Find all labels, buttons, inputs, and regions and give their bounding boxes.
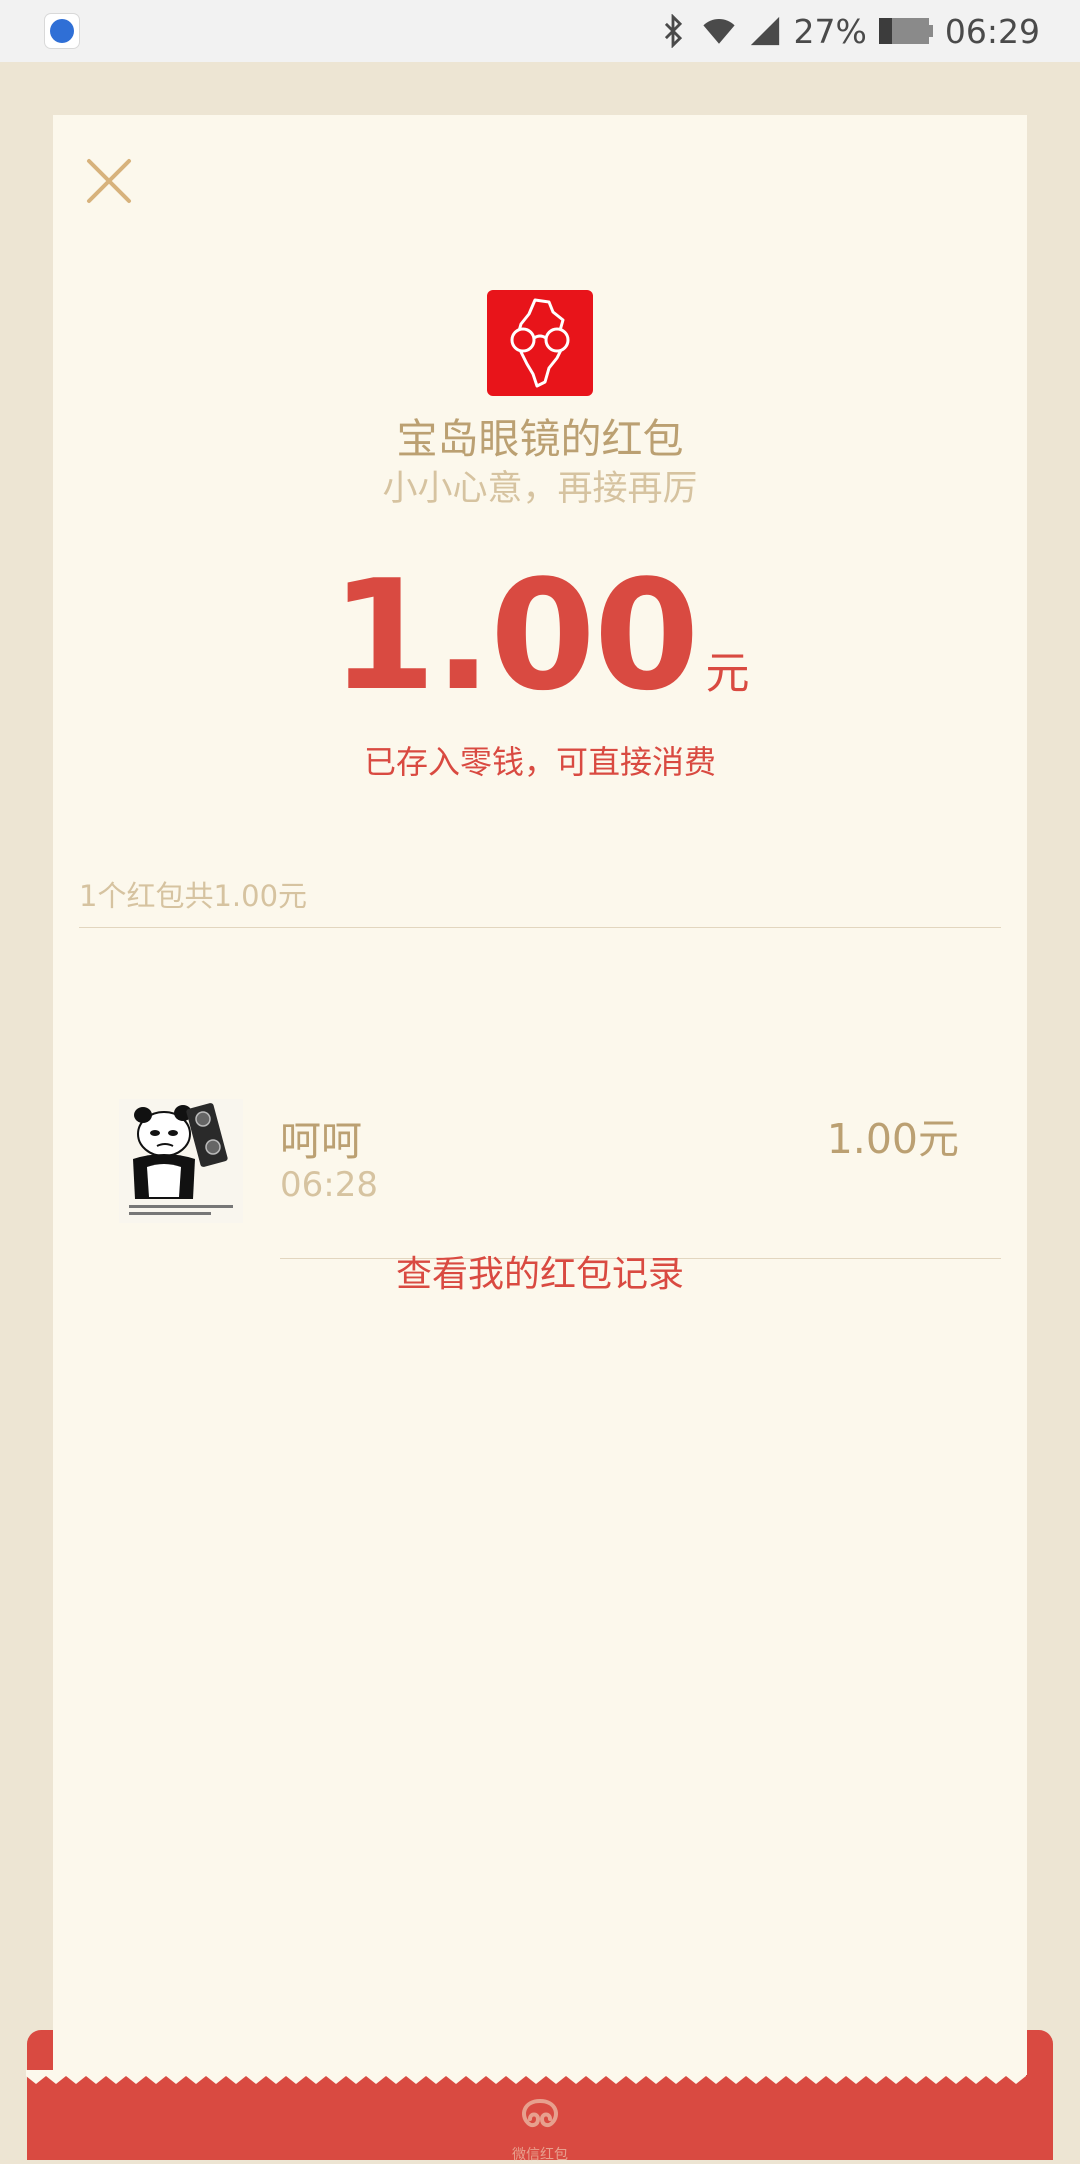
amount: 1.00 元 [53, 560, 1027, 712]
close-icon [87, 159, 131, 203]
close-button[interactable] [81, 153, 137, 209]
view-records-link[interactable]: 查看我的红包记录 [53, 1245, 1027, 1297]
battery-icon [878, 18, 933, 44]
stored-note: 已存入零钱，可直接消费 [363, 743, 716, 781]
clock: 06:29 [944, 11, 1040, 51]
receiver-row[interactable]: 呵呵 06:28 1.00元 [53, 975, 1027, 1265]
wifi-icon [702, 18, 735, 44]
sender-name: 宝岛眼镜的红包 [396, 415, 684, 463]
divider [79, 927, 1001, 928]
status-bar: 27% 06:29 [0, 0, 1080, 62]
status-bar-right: 27% 06:29 [656, 0, 1040, 62]
sender-logo [487, 290, 593, 396]
wechat-red-packet-logo-icon [522, 2099, 558, 2128]
signal-icon [750, 16, 779, 46]
zigzag-edge [26, 2070, 1026, 2084]
bottom-caption: 微信红包 [512, 2147, 568, 2163]
amount-value: 1.00 [330, 547, 699, 724]
wish-message: 小小心意，再接再厉 [382, 469, 698, 509]
app-notification-icon [45, 14, 79, 48]
red-packet-card: 宝岛眼镜的红包 小小心意，再接再厉 1.00 元 已存入零钱，可直接消费 1个红… [53, 115, 1027, 2075]
receiver-time: 06:28 [280, 1165, 378, 1205]
battery-percent: 27% [793, 11, 867, 51]
avatar [119, 1099, 243, 1223]
receiver-name: 呵呵 [280, 1117, 362, 1165]
bluetooth-icon [664, 14, 682, 48]
receiver-amount: 1.00元 [826, 1115, 959, 1163]
packet-summary: 1个红包共1.00元 [79, 879, 308, 913]
amount-unit: 元 [705, 648, 750, 699]
